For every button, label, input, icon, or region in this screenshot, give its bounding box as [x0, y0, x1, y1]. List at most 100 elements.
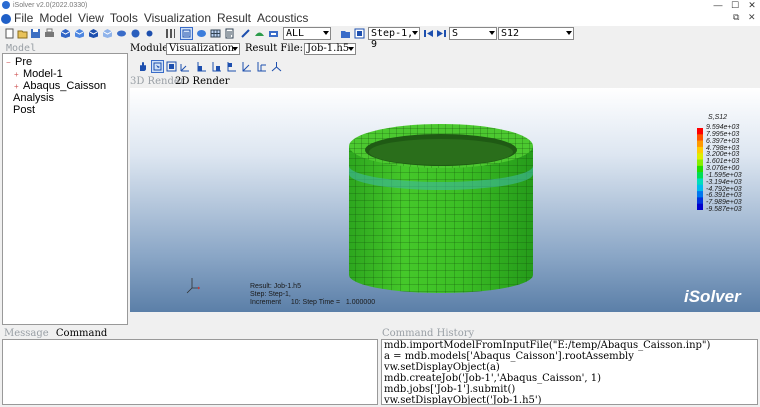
select-icon[interactable] [151, 60, 164, 73]
bottom-tabs: Message Command [4, 328, 107, 339]
menu-view[interactable]: View [75, 11, 107, 26]
expand-icon[interactable]: + [14, 70, 19, 78]
last-frame-icon[interactable] [436, 28, 447, 39]
menu-file[interactable]: File [11, 11, 36, 26]
tree-node-abaqus-caisson[interactable]: + Abaqus_Caisson [14, 80, 106, 92]
legend-swatch [697, 140, 703, 148]
expand-icon[interactable]: + [14, 82, 19, 90]
title-bar: iSolver v2.0(2022.0330) — ☐ ✕ [0, 0, 760, 11]
animate-icon[interactable] [268, 28, 279, 39]
render-viewport[interactable]: S,S12 9.594e+03 7.995e+03 6.397e+03 4.798e+… [130, 88, 760, 312]
maximize-button[interactable]: ☐ [728, 0, 742, 11]
contour-icon[interactable] [196, 28, 207, 39]
history-line[interactable]: vw.setDisplayObject(a) [382, 362, 757, 373]
app-logo-icon [1, 13, 11, 24]
result-file-select[interactable]: Job-1.h5 [304, 43, 356, 55]
back-view-icon[interactable] [211, 61, 222, 72]
print-icon[interactable] [44, 28, 55, 39]
tree-view-icon[interactable] [165, 28, 176, 39]
app-icon [2, 1, 10, 9]
tree-node-pre[interactable]: − Pre [6, 56, 32, 68]
tree-node-analysis[interactable]: Analysis [13, 92, 54, 104]
bottom-view-icon[interactable] [271, 61, 282, 72]
tab-command[interactable]: Command [56, 328, 107, 339]
history-line[interactable]: mdb.createJob('Job-1','Abaqus_Caisson', … [382, 373, 757, 384]
legend-swatch [697, 197, 703, 204]
mdi-close-button[interactable]: ✕ [748, 12, 756, 23]
frame-icon[interactable] [354, 28, 365, 39]
menu-result[interactable]: Result [214, 11, 254, 26]
legend-swatch [697, 153, 703, 160]
tree-node-post[interactable]: Post [13, 104, 35, 116]
info-increment: Increment 10: Step Time = 1.000000 [250, 299, 376, 306]
component-combo[interactable]: S12 [498, 27, 574, 40]
legend-swatch [697, 172, 703, 179]
iso-view-icon[interactable] [180, 61, 191, 72]
pan-hand-icon[interactable] [137, 61, 148, 72]
menu-model[interactable]: Model [36, 11, 75, 26]
report-icon[interactable] [224, 28, 235, 39]
legend-swatch [697, 128, 703, 135]
folder-result-icon[interactable] [340, 28, 351, 39]
probe-icon[interactable] [240, 28, 251, 39]
assembly-cube-icon[interactable] [88, 28, 99, 39]
top-view-icon[interactable] [256, 61, 267, 72]
menu-acoustics[interactable]: Acoustics [254, 11, 311, 26]
legend-swatch [697, 178, 703, 186]
close-button[interactable]: ✕ [745, 0, 759, 11]
brand-watermark: iSolver [684, 287, 741, 306]
legend-swatch [697, 203, 703, 210]
interaction-icon[interactable] [116, 28, 127, 39]
history-line[interactable]: vw.setDisplayObject('Job-1.h5') [382, 395, 757, 404]
variable-combo[interactable]: S [449, 27, 497, 40]
history-line[interactable]: a = mdb.models['Abaqus_Caisson'].rootAss… [382, 351, 757, 362]
legend-swatch [697, 184, 703, 192]
command-input[interactable] [2, 339, 378, 405]
first-frame-icon[interactable] [423, 28, 434, 39]
collapse-icon[interactable]: − [6, 58, 11, 66]
load-icon[interactable] [130, 28, 141, 39]
info-result: Result: Job-1.h5 [250, 283, 301, 290]
property-cube-icon[interactable] [74, 28, 85, 39]
legend-swatch [697, 159, 703, 167]
legend-title: S,S12 [708, 114, 728, 121]
menu-visualization[interactable]: Visualization [141, 11, 214, 26]
command-history-label: Command History [382, 328, 475, 339]
legend-swatch [697, 191, 703, 198]
save-icon[interactable] [30, 28, 41, 39]
left-view-icon[interactable] [226, 61, 237, 72]
legend-colorbar [697, 128, 703, 210]
window-title: iSolver v2.0(2022.0330) [13, 2, 88, 9]
deform-icon[interactable] [254, 28, 265, 39]
info-step: Step: Step-1, [250, 291, 291, 298]
command-history-list[interactable]: mdb.importModelFromInputFile("E:/temp/Ab… [381, 339, 758, 405]
part-cube-icon[interactable] [60, 28, 71, 39]
front-view-icon[interactable] [196, 61, 207, 72]
open-folder-icon[interactable] [17, 28, 28, 39]
right-view-icon[interactable] [241, 61, 252, 72]
main-toolbar: ALL Step-1, 9 S S12 [0, 26, 760, 50]
legend-swatch [697, 146, 703, 154]
tree-node-model-1[interactable]: + Model-1 [14, 68, 63, 80]
history-line[interactable]: mdb.importModelFromInputFile("E:/temp/Ab… [382, 340, 757, 351]
fit-view-icon[interactable] [166, 61, 177, 72]
model-tree: − Pre + Model-1 + Abaqus_Caisson Analysis P… [2, 53, 128, 325]
module-select[interactable]: Visualization [166, 43, 240, 55]
history-line[interactable]: mdb.jobs['Job-1'].submit() [382, 384, 757, 395]
mesh-icon[interactable] [144, 28, 155, 39]
menu-bar: File Model View Tools Visualization Resu… [0, 11, 760, 26]
step-cube-icon[interactable] [102, 28, 113, 39]
step-combo[interactable]: Step-1, 9 [368, 27, 420, 50]
filter-combo[interactable]: ALL [283, 27, 331, 40]
app-window: iSolver v2.0(2022.0330) — ☐ ✕ File Model… [0, 0, 760, 407]
tab-message[interactable]: Message [4, 328, 49, 339]
legend-swatch [697, 134, 703, 141]
tab-2d-render[interactable]: 2D Render [175, 76, 230, 87]
result-view-icon[interactable] [180, 27, 193, 40]
new-file-icon[interactable] [4, 28, 15, 39]
legend-swatch [697, 165, 703, 173]
minimize-button[interactable]: — [711, 0, 725, 11]
menu-tools[interactable]: Tools [107, 11, 141, 26]
mdi-restore-button[interactable]: ⧉ [733, 12, 739, 23]
mesh-plot-icon[interactable] [210, 28, 221, 39]
